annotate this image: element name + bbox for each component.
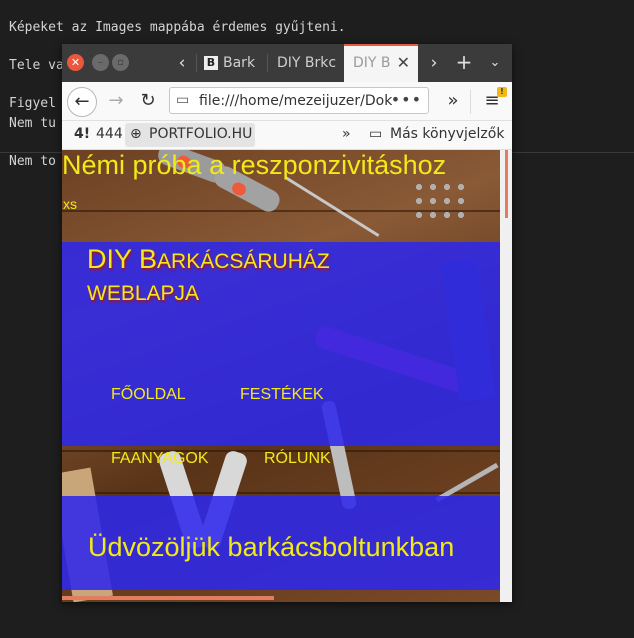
overflow-chevron-icon[interactable]: »: [439, 87, 467, 115]
tab-barkacs-1[interactable]: B Bark: [198, 44, 266, 82]
vertical-scrollbar[interactable]: [500, 150, 512, 602]
reload-icon[interactable]: ↻: [134, 87, 162, 115]
window-minimize-button[interactable]: –: [92, 54, 109, 71]
url-text[interactable]: file:///home/mezeijuzer/Dok: [199, 93, 397, 109]
terminal-line: Nem to: [9, 154, 56, 169]
nav-link-about[interactable]: RÓLUNK: [264, 450, 331, 468]
folder-icon: ▭: [369, 126, 383, 142]
url-bar[interactable]: ▭ file:///home/mezeijuzer/Dok •••: [169, 87, 429, 114]
nuts-cluster: [412, 180, 468, 220]
bookmark-444[interactable]: 444: [96, 126, 123, 142]
tab-divider: [196, 54, 197, 72]
new-tab-button[interactable]: +: [452, 50, 476, 74]
tab-label: DIY B: [353, 55, 391, 71]
screwdriver-shaft: [284, 176, 380, 237]
tab-bar: ✕ – ▫ ‹ B Bark DIY Brkc DIY B ✕ › + ⌄: [62, 44, 512, 82]
tab-scroll-right-button[interactable]: ›: [422, 53, 446, 73]
toolbar-divider: [470, 90, 471, 114]
terminal-line: Képeket az Images mappába érdemes gyűjte…: [9, 20, 346, 35]
nav-link-paints[interactable]: FESTÉKEK: [240, 386, 324, 404]
web-page-viewport: Némi próba a reszponzivitáshoz xs DIY BA…: [62, 150, 512, 602]
globe-icon: ⊕: [130, 126, 142, 142]
terminal-line: Nem tu: [9, 116, 56, 131]
bookmark-favicon-icon: B: [204, 56, 218, 70]
tab-diy-active[interactable]: DIY B ✕: [344, 44, 418, 82]
tab-label: Bark: [223, 55, 256, 71]
tab-close-icon[interactable]: ✕: [397, 46, 410, 80]
horizontal-scrollbar-thumb[interactable]: [62, 596, 274, 600]
page-info-icon[interactable]: ▭: [176, 92, 189, 108]
brand-title: DIY BARKÁCSÁRUHÁZ: [87, 244, 330, 275]
other-bookmarks-folder[interactable]: Más könyvjelzők: [390, 126, 504, 142]
tab-scroll-left-button[interactable]: ‹: [170, 53, 194, 73]
back-arrow-icon[interactable]: ←: [67, 87, 97, 117]
wood-plank-line: [62, 492, 500, 494]
terminal-line: Tele va: [9, 58, 64, 73]
nav-link-home[interactable]: FŐOLDAL: [111, 386, 186, 404]
bookmarks-toolbar: 4! 444 ⊕ PORTFOLIO.HU » ▭ Más könyvjelző…: [62, 121, 512, 150]
bookmark-444-icon[interactable]: 4!: [74, 126, 90, 142]
brand-title-part: DIY B: [87, 244, 158, 274]
nav-link-lumber[interactable]: FAANYAGOK: [111, 450, 209, 468]
navigation-toolbar: ← → ↻ ▭ file:///home/mezeijuzer/Dok ••• …: [62, 82, 512, 121]
bookmark-portfolio[interactable]: PORTFOLIO.HU: [149, 126, 252, 142]
window-maximize-button[interactable]: ▫: [112, 54, 129, 71]
tab-diy-2[interactable]: DIY Brkc: [268, 44, 342, 82]
bookmarks-overflow-icon[interactable]: »: [342, 126, 351, 142]
page-heading: Némi próba a reszponzivitáshoz: [62, 150, 447, 180]
tab-list-chevron-down-icon[interactable]: ⌄: [483, 55, 507, 70]
brand-subtitle: WEBLAPJA: [87, 282, 200, 305]
forward-arrow-icon[interactable]: →: [102, 87, 130, 115]
window-close-button[interactable]: ✕: [67, 54, 84, 71]
terminal-line: Figyel: [9, 96, 56, 111]
update-warning-icon: !: [497, 87, 507, 97]
breakpoint-indicator: xs: [63, 196, 77, 212]
welcome-heading: Üdvözöljük barkácsboltunkban: [88, 532, 455, 562]
brand-title-smallcaps: ARKÁCSÁRUHÁZ: [157, 250, 330, 273]
tab-label: DIY Brkc: [277, 55, 337, 71]
scrollbar-thumb[interactable]: [505, 150, 508, 218]
browser-window: ✕ – ▫ ‹ B Bark DIY Brkc DIY B ✕ › + ⌄ ← …: [62, 44, 512, 602]
page-actions-more-icon[interactable]: •••: [391, 90, 422, 109]
